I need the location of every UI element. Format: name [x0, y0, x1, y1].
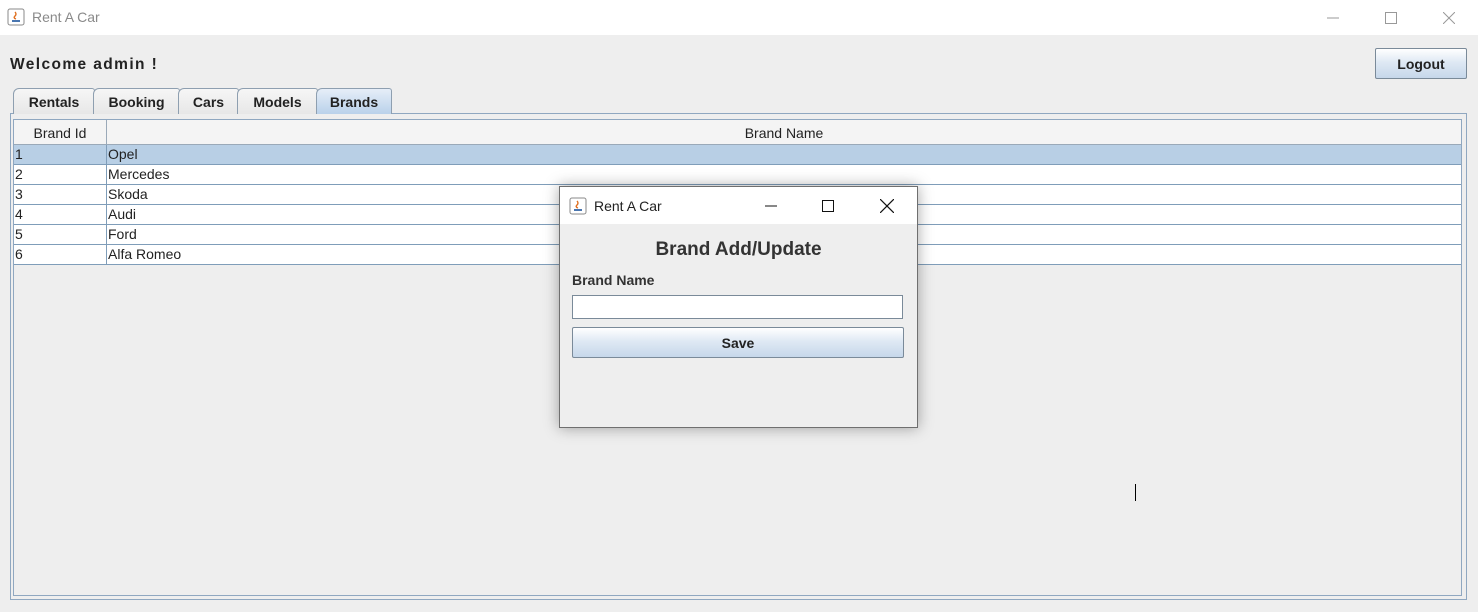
minimize-icon: [765, 205, 777, 206]
table-row[interactable]: 2 Mercedes: [14, 165, 1461, 185]
dialog-maximize-button[interactable]: [803, 187, 853, 224]
cell-brand-id: 6: [15, 245, 107, 265]
tab-rentals[interactable]: Rentals: [13, 88, 95, 114]
dialog-titlebar[interactable]: Rent A Car: [560, 187, 917, 224]
cell-brand-id: 3: [15, 185, 107, 205]
table-row[interactable]: 1 Opel: [14, 145, 1461, 165]
column-header-brand-name[interactable]: Brand Name: [107, 120, 1461, 145]
brand-name-label: Brand Name: [572, 272, 655, 288]
tab-bar: Rentals Booking Cars Models Brands: [13, 88, 392, 114]
dialog-close-button[interactable]: [862, 187, 912, 224]
tab-models[interactable]: Models: [237, 88, 318, 114]
welcome-message: Welcome admin !: [10, 56, 159, 73]
maximize-button[interactable]: [1362, 0, 1420, 35]
brand-dialog: Rent A Car Brand Add/Update Brand Name S…: [559, 186, 1136, 501]
maximize-icon: [1385, 11, 1397, 24]
table-header: Brand Id Brand Name: [14, 120, 1461, 145]
close-icon: [1443, 11, 1455, 24]
java-app-icon: [7, 8, 25, 26]
dialog-minimize-button[interactable]: [746, 187, 796, 224]
java-app-icon: [569, 197, 587, 215]
cell-brand-name: Opel: [108, 146, 138, 162]
tab-brands[interactable]: Brands: [316, 88, 392, 114]
column-header-brand-id[interactable]: Brand Id: [14, 120, 107, 145]
main-window-titlebar: Rent A Car: [0, 0, 1478, 35]
cell-brand-id: 2: [15, 165, 107, 185]
cell-brand-id: 1: [15, 145, 107, 165]
cell-brand-id: 5: [15, 225, 107, 245]
dialog-heading: Brand Add/Update: [655, 239, 822, 260]
minimize-icon: [1327, 17, 1339, 18]
brand-name-input[interactable]: [572, 295, 903, 319]
tab-cars[interactable]: Cars: [178, 88, 239, 114]
close-icon: [880, 198, 894, 213]
cell-brand-id: 4: [15, 205, 107, 225]
dialog-title: Rent A Car: [594, 198, 662, 214]
cell-brand-name: Mercedes: [108, 166, 170, 182]
close-button[interactable]: [1420, 0, 1478, 35]
save-button[interactable]: Save: [572, 327, 904, 358]
text-caret: [1135, 484, 1136, 501]
maximize-icon: [822, 199, 834, 212]
minimize-button[interactable]: [1304, 0, 1362, 35]
logout-button[interactable]: Logout: [1375, 48, 1467, 79]
tab-booking[interactable]: Booking: [93, 88, 180, 114]
main-window-title: Rent A Car: [32, 9, 100, 25]
